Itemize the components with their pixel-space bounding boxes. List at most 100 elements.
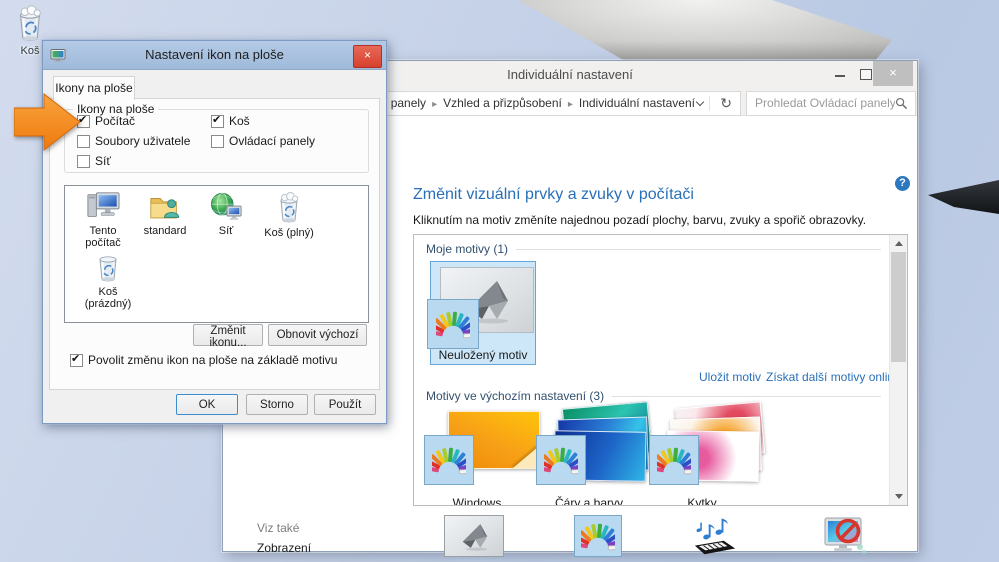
checkbox-label: Povolit změnu ikon na ploše na základě m… <box>88 353 337 367</box>
dialog-titlebar[interactable]: Nastavení ikon na ploše × <box>43 41 386 70</box>
color-fan-icon <box>574 515 622 557</box>
screensaver-item[interactable]: Spořič obrazovky Žádný <box>779 514 909 562</box>
checkbox-label: Soubory uživatele <box>95 134 190 148</box>
divider <box>516 249 881 250</box>
icon-list: Tento počítač standard Síť Koš (plný) Ko… <box>64 185 369 323</box>
help-icon[interactable]: ? <box>895 176 910 191</box>
checkbox-recycle-bin[interactable]: ✔ Koš <box>211 114 250 128</box>
icon-item-label: Koš (prázdný) <box>76 286 140 310</box>
sounds-icon <box>651 514 781 558</box>
theme-color-fan-icon <box>649 435 699 485</box>
chevron-down-icon[interactable] <box>696 99 704 107</box>
recycle-bin-empty-icon <box>92 250 124 284</box>
breadcrumb-item-appearance[interactable]: Vzhled a přizpůsobení <box>437 92 568 115</box>
ok-button[interactable]: OK <box>176 394 238 415</box>
icon-item-bin-empty[interactable]: Koš (prázdný) <box>76 250 140 310</box>
see-also-section: Viz také Zobrazení Hlavní panel a naviga… <box>257 518 409 562</box>
change-icon-button[interactable]: Změnit ikonu... <box>193 324 263 346</box>
icon-item-label: Síť <box>194 225 258 237</box>
scrollbar-thumb[interactable] <box>891 252 906 362</box>
check-icon: ✔ <box>71 352 80 365</box>
checkbox-box[interactable] <box>211 135 224 148</box>
theme-tile-lines-colors[interactable]: Čáry a barvy <box>532 405 646 505</box>
icon-item-network[interactable]: Síť <box>194 191 258 237</box>
theme-label: Čáry a barvy <box>532 496 646 506</box>
icon-item-label: Tento počítač <box>71 225 135 249</box>
icon-item-label: standard <box>133 225 197 237</box>
divider <box>612 396 881 397</box>
checkbox-box[interactable]: ✔ <box>70 354 83 367</box>
minimize-button[interactable] <box>828 61 852 85</box>
desktop-icon-settings-dialog: Nastavení ikon na ploše × Ikony na ploše… <box>42 40 387 424</box>
computer-icon <box>86 191 120 223</box>
checkbox-allow-theme-icons[interactable]: ✔ Povolit změnu ikon na ploše na základě… <box>70 353 337 367</box>
checkbox-label: Síť <box>95 154 111 168</box>
cancel-button[interactable]: Storno <box>246 394 308 415</box>
recycle-bin-icon <box>11 4 49 44</box>
theme-color-fan-icon <box>536 435 586 485</box>
page-title: Změnit vizuální prvky a zvuky v počítači <box>413 186 694 204</box>
search-input[interactable] <box>747 92 895 113</box>
sounds-item[interactable]: Zvuky Výchozí nastavení <box>651 514 781 562</box>
highlight-arrow-icon <box>14 92 84 154</box>
scroll-down-icon[interactable] <box>890 488 907 505</box>
checkbox-label: Ovládací panely <box>229 134 315 148</box>
icon-item-bin-full[interactable]: Koš (plný) <box>257 191 321 239</box>
breadcrumb-item-personalization[interactable]: Individuální nastavení <box>573 92 701 115</box>
checkbox-label: Počítač <box>95 114 135 128</box>
save-theme-link[interactable]: Uložit motiv <box>699 370 761 384</box>
theme-label: Windows <box>420 496 534 506</box>
theme-color-fan-icon <box>427 299 479 349</box>
tab-panel: Ikony na ploše ✔ Počítač ✔ Koš Soubory u… <box>49 98 380 390</box>
desktop-background-thumbnail <box>409 514 539 558</box>
checkbox-control-panel[interactable]: Ovládací panely <box>211 134 315 148</box>
theme-tile-flowers[interactable]: Kytky <box>645 405 759 505</box>
apply-button[interactable]: Použít <box>314 394 376 415</box>
user-folder-icon <box>148 191 182 223</box>
taskbar-navigation-link[interactable]: Hlavní panel a navigace <box>257 558 409 562</box>
search-box[interactable] <box>746 91 916 116</box>
get-more-themes-link[interactable]: Získat další motivy online <box>766 370 901 384</box>
page-subtitle: Kliknutím na motiv změníte najednou poza… <box>413 213 866 227</box>
wallpaper-laptop-lid <box>440 0 900 66</box>
icon-item-user-folder[interactable]: standard <box>133 191 197 237</box>
icon-item-label: Koš (plný) <box>257 227 321 239</box>
group-header-my-themes: Moje motivy (1) <box>426 242 881 256</box>
check-icon: ✔ <box>212 113 221 126</box>
theme-tile-windows[interactable]: Windows <box>420 405 534 505</box>
network-icon <box>209 191 243 223</box>
group-header-label: Motivy ve výchozím nastavení (3) <box>426 389 604 403</box>
restore-default-button[interactable]: Obnovit výchozí <box>268 324 367 346</box>
dialog-close-button[interactable]: × <box>353 45 382 68</box>
checkbox-user-files[interactable]: Soubory uživatele <box>77 134 190 148</box>
checkbox-box[interactable]: ✔ <box>211 115 224 128</box>
display-link[interactable]: Zobrazení <box>257 538 409 558</box>
scrollbar[interactable] <box>889 235 907 505</box>
checkbox-label: Koš <box>229 114 250 128</box>
theme-color-fan-icon <box>424 435 474 485</box>
group-header-default-themes: Motivy ve výchozím nastavení (3) <box>426 389 881 403</box>
wallpaper-dark-shape <box>920 180 999 218</box>
scroll-up-icon[interactable] <box>890 235 907 252</box>
checkbox-computer[interactable]: ✔ Počítač <box>77 114 135 128</box>
theme-label: Kytky <box>645 496 759 506</box>
minimize-icon <box>835 75 845 77</box>
dialog-title: Nastavení ikon na ploše <box>43 47 386 62</box>
theme-label: Neuložený motiv <box>431 348 535 362</box>
checkbox-box[interactable] <box>77 155 90 168</box>
color-item[interactable]: Barva Automaticky <box>533 514 663 562</box>
icon-item-this-computer[interactable]: Tento počítač <box>71 191 135 249</box>
checkbox-network[interactable]: Síť <box>77 154 111 168</box>
desktop: Koš Individuální nastavení × Ovládací pa… <box>0 0 999 562</box>
theme-tile-unsaved[interactable]: Neuložený motiv <box>430 261 536 365</box>
group-header-label: Moje motivy (1) <box>426 242 508 256</box>
recycle-bin-full-icon <box>273 191 305 225</box>
themes-panel: Moje motivy (1) Neuložený motiv Uložit m… <box>413 234 908 506</box>
see-also-header: Viz také <box>257 518 409 538</box>
screensaver-icon <box>779 514 909 558</box>
desktop-background-item[interactable]: Pozadí plochy asus <box>409 514 539 562</box>
search-icon[interactable] <box>895 97 908 110</box>
refresh-icon[interactable]: ↻ <box>720 92 732 115</box>
close-button[interactable]: × <box>873 61 913 86</box>
maximize-icon <box>860 69 872 80</box>
